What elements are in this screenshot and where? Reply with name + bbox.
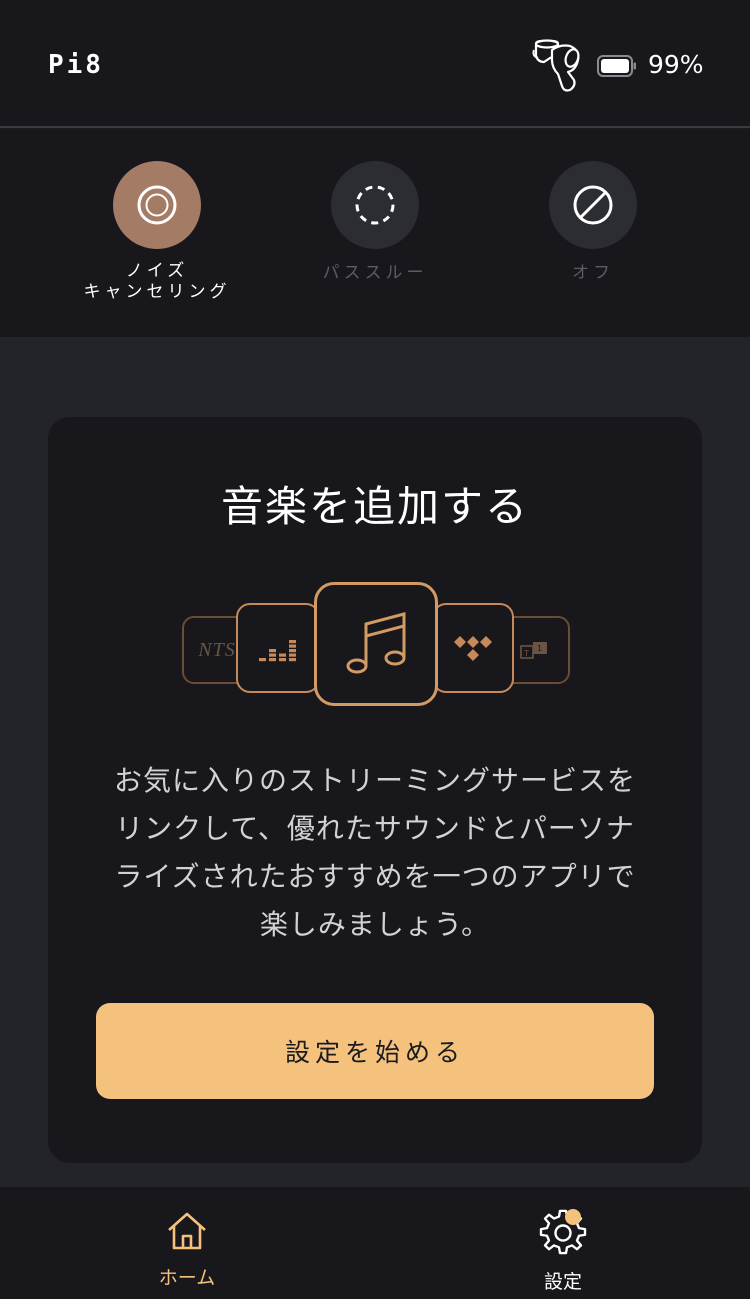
main-content: 音楽を追加する NTS T 1 お気に入りのストリーミングサービスをリンクして、…: [0, 337, 750, 1187]
home-icon: [168, 1212, 206, 1250]
add-music-card: 音楽を追加する NTS T 1 お気に入りのストリーミングサービスをリンクして、…: [48, 417, 702, 1163]
nav-settings-label: 設定: [543, 1271, 582, 1293]
deezer-icon: [236, 603, 320, 693]
mode-off[interactable]: オフ: [473, 161, 713, 284]
mode-passthrough[interactable]: パススルー: [255, 161, 495, 284]
mode-label: オフ: [572, 263, 614, 283]
mode-button[interactable]: [549, 161, 637, 249]
battery-percentage: 99%: [648, 50, 704, 79]
device-name: Pi8: [48, 50, 104, 80]
notification-dot: [565, 1209, 581, 1225]
battery-icon: [597, 55, 636, 77]
tidal-icon: [432, 603, 514, 693]
earbuds-icon: [532, 39, 580, 92]
card-description: お気に入りのストリーミングサービスをリンクして、優れたサウンドとパーソナライズさ…: [113, 764, 636, 941]
streaming-services-illustration: NTS T 1: [180, 581, 572, 707]
bottom-navigation: ホーム 設定: [0, 1187, 750, 1299]
svg-text:T: T: [523, 649, 529, 658]
card-title: 音楽を追加する: [220, 482, 529, 531]
mode-label: ノイズ キャンセリング: [83, 261, 231, 302]
mode-button[interactable]: [113, 161, 201, 249]
mode-noise-cancelling[interactable]: ノイズ キャンセリング: [37, 161, 277, 303]
top-bar: Pi8 99%: [0, 0, 750, 128]
svg-text:1: 1: [537, 644, 542, 653]
listening-mode-selector: ノイズ キャンセリング パススルー オフ: [0, 130, 750, 337]
anc-icon: [137, 185, 177, 225]
passthrough-icon: [355, 185, 395, 225]
music-note-icon: [314, 582, 438, 706]
mode-button[interactable]: [331, 161, 419, 249]
mode-label: パススルー: [322, 263, 428, 283]
off-icon: [573, 185, 613, 225]
nav-home-label: ホーム: [158, 1267, 216, 1289]
nav-settings[interactable]: 設定: [483, 1209, 643, 1294]
start-setup-button[interactable]: 設定を始める: [96, 1003, 654, 1099]
nav-home[interactable]: ホーム: [107, 1209, 267, 1290]
